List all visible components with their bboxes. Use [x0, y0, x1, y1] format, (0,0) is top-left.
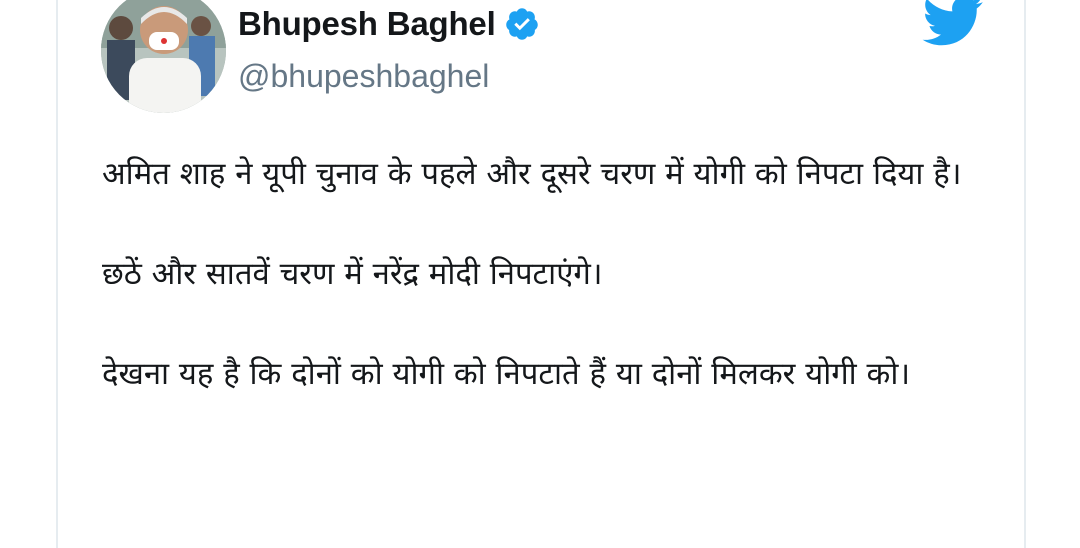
avatar-photo	[101, 0, 226, 113]
avatar[interactable]	[101, 0, 226, 113]
tweet-card: Bhupesh Baghel @bhupeshbaghel अमित शाह न…	[56, 0, 1026, 548]
verified-badge-icon	[504, 6, 540, 42]
author-display-name[interactable]: Bhupesh Baghel	[238, 5, 496, 43]
tweet-text: अमित शाह ने यूपी चुनाव के पहले और दूसरे …	[102, 148, 982, 400]
author-name-row[interactable]: Bhupesh Baghel	[238, 4, 540, 44]
twitter-bird-icon[interactable]	[920, 0, 984, 48]
author-handle[interactable]: @bhupeshbaghel	[238, 58, 489, 95]
tweet-paragraph: देखना यह है कि दोनों को योगी को निपटाते …	[102, 356, 911, 392]
tweet-paragraph: छठें और सातवें चरण में नरेंद्र मोदी निपट…	[102, 256, 603, 292]
tweet-paragraph: अमित शाह ने यूपी चुनाव के पहले और दूसरे …	[102, 156, 962, 192]
